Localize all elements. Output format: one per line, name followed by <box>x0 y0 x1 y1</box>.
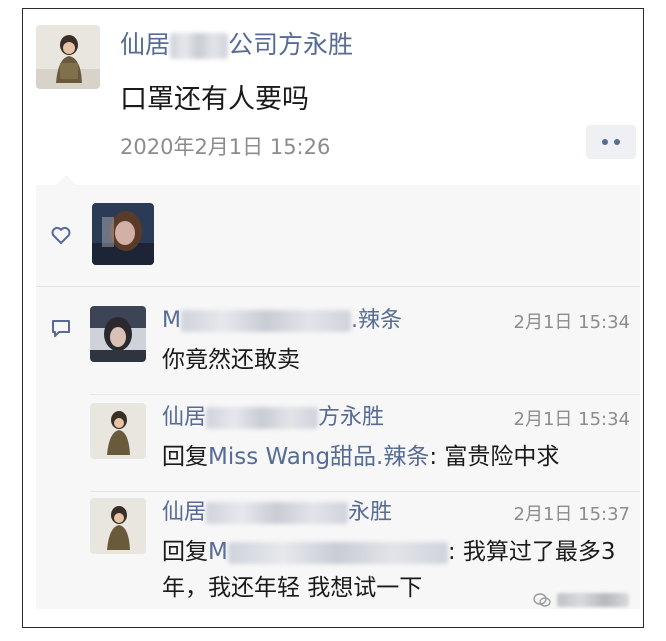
author-name-suffix: 公司方永胜 <box>228 30 354 59</box>
liker-avatar[interactable] <box>92 203 154 265</box>
watermark-text-blur <box>557 593 629 607</box>
commenter-name[interactable]: 仙居 方永胜 <box>162 399 384 431</box>
commenter-name-suffix: 方永胜 <box>318 405 385 430</box>
commenter-avatar[interactable] <box>90 498 146 554</box>
comment-separator <box>90 491 640 492</box>
comment-time: 2月1日 15:34 <box>513 409 631 430</box>
commenter-name[interactable]: M .辣条 <box>162 302 402 334</box>
wechat-logo-icon <box>533 593 551 607</box>
interaction-panel: M .辣条 2月1日 15:34 你竟然还敢卖 仙居 方永胜 2月1日 15:34 <box>36 175 640 609</box>
commenter-avatar[interactable] <box>90 306 146 362</box>
redacted-name-blur <box>180 310 351 332</box>
comment-item[interactable]: 仙居 方永胜 2月1日 15:34 回复Miss Wang甜品.辣条: 富贵险中求 <box>90 403 640 483</box>
moments-post-card: 仙居 公司方永胜 口罩还有人要吗 2020年2月1日 15:26 M .辣条 2… <box>22 8 644 628</box>
post-timestamp: 2020年2月1日 15:26 <box>120 135 331 159</box>
comment-separator <box>90 394 640 395</box>
comment-time: 2月1日 15:34 <box>513 312 631 333</box>
more-dot-icon <box>614 139 620 145</box>
reply-to-name[interactable]: Miss Wang甜品.辣条 <box>208 444 429 470</box>
comment-text: 你竟然还敢卖 <box>162 347 300 373</box>
commenter-name-prefix: 仙居 <box>162 500 207 525</box>
more-actions-button[interactable] <box>586 125 636 159</box>
redacted-name-blur <box>227 541 448 564</box>
heart-outline-icon <box>51 226 71 244</box>
comment-item[interactable]: M .辣条 2月1日 15:34 你竟然还敢卖 <box>90 306 640 386</box>
commenter-name[interactable]: 仙居 永胜 <box>162 494 392 526</box>
redacted-name-blur <box>206 502 349 524</box>
more-dot-icon <box>602 139 608 145</box>
post-text: 口罩还有人要吗 <box>120 84 309 115</box>
post-author-avatar[interactable] <box>36 25 100 89</box>
reply-label: 回复 <box>162 539 208 565</box>
reply-text: : 富贵险中求 <box>429 444 560 470</box>
post-author-name[interactable]: 仙居 公司方永胜 <box>120 25 353 61</box>
source-watermark <box>533 589 633 611</box>
reply-label: 回复 <box>162 444 208 470</box>
commenter-name-prefix: 仙居 <box>162 405 207 430</box>
commenter-name-suffix: .辣条 <box>350 308 402 333</box>
commenter-name-prefix: M <box>162 308 181 333</box>
comment-icon <box>52 320 70 337</box>
redacted-name-blur <box>206 407 319 429</box>
likes-comments-divider <box>36 286 640 287</box>
redacted-name-blur <box>170 33 229 59</box>
reply-to-name[interactable]: M <box>208 539 228 565</box>
comment-time: 2月1日 15:37 <box>513 504 631 525</box>
author-name-prefix: 仙居 <box>120 30 171 59</box>
commenter-name-suffix: 永胜 <box>348 500 393 525</box>
commenter-avatar[interactable] <box>90 403 146 459</box>
comment-text: 回复Miss Wang甜品.辣条: 富贵险中求 <box>162 439 632 475</box>
